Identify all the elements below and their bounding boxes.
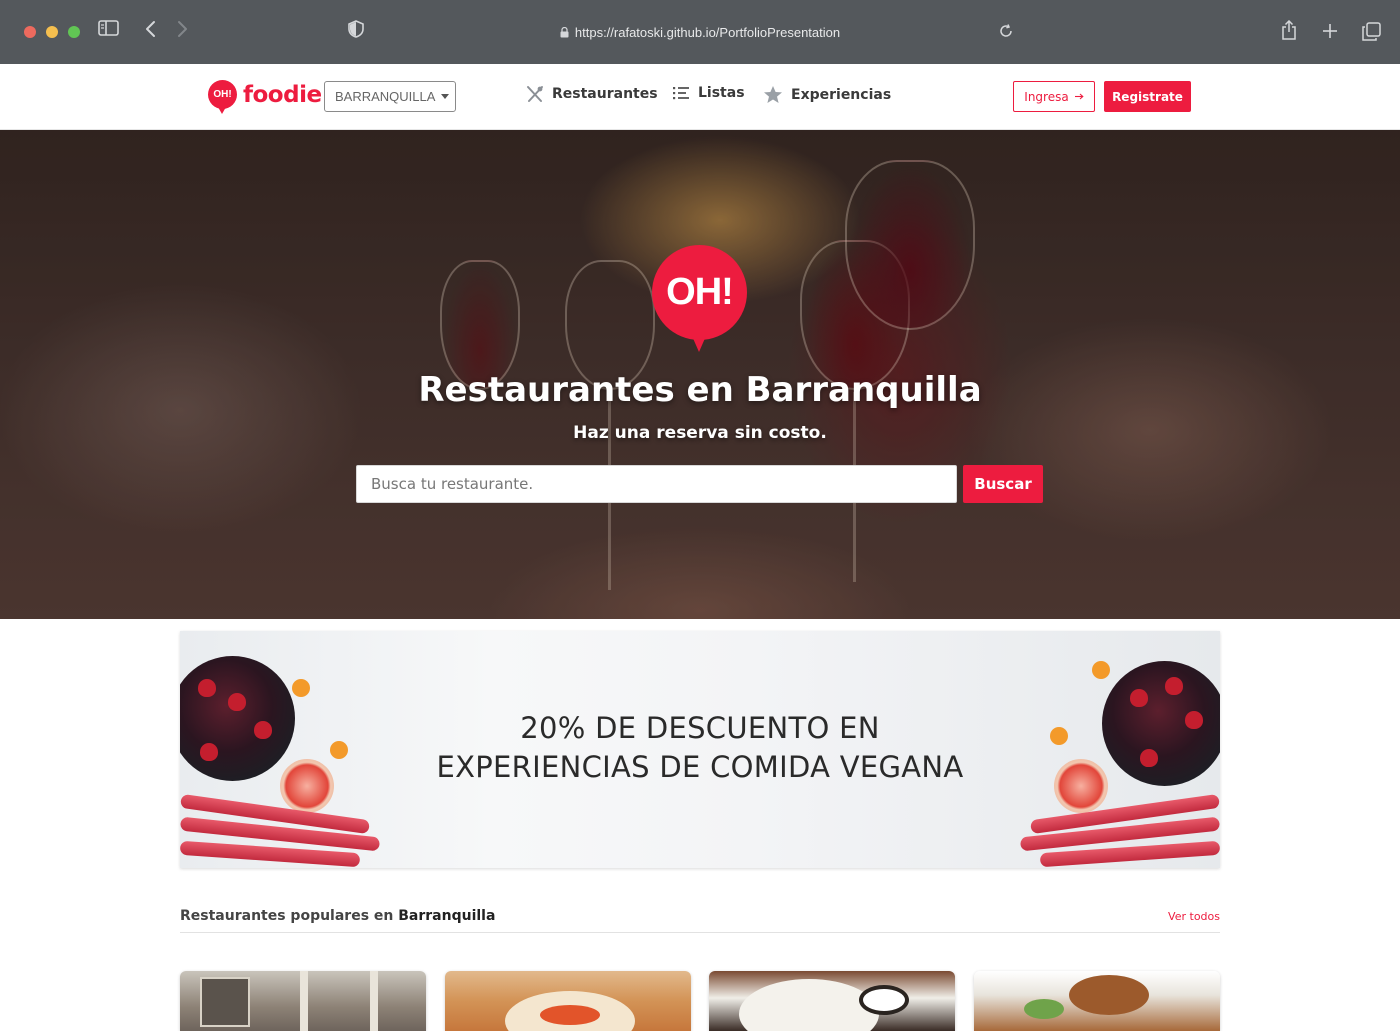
strawberry-image (1165, 677, 1183, 695)
restaurant-card-image (200, 977, 250, 1027)
promo-headline: 20% DE DESCUENTO EN EXPERIENCIAS DE COMI… (180, 709, 1220, 787)
restaurant-card-image (540, 1005, 600, 1025)
hero-logo-badge: OH! (652, 245, 747, 352)
nav-restaurants[interactable]: Restaurantes (526, 85, 658, 103)
register-button-label: Registrate (1112, 89, 1183, 104)
strawberry-image (198, 679, 216, 697)
promo-line-2: EXPERIENCIAS DE COMIDA VEGANA (436, 750, 964, 784)
logo-badge: OH! (208, 80, 237, 114)
list-icon (673, 87, 689, 100)
nav-experiences-label: Experiencias (791, 86, 892, 103)
foodie-logo[interactable]: OH! foodie (208, 80, 322, 114)
sidebar-icon[interactable] (98, 20, 119, 36)
chevron-down-icon (441, 94, 450, 99)
hero-subtitle: Haz una reserva sin costo. (573, 423, 827, 443)
share-icon[interactable] (1281, 20, 1297, 40)
url-text: https://rafatoski.github.io/PortfolioPre… (574, 24, 841, 40)
login-button-label: Ingresa (1024, 89, 1069, 104)
city-selector-value: BARRANQUILLA (335, 89, 436, 104)
restaurant-card-image (300, 971, 308, 1031)
back-icon[interactable] (145, 20, 156, 38)
restaurant-card-image (1024, 999, 1064, 1019)
nav-lists-label: Listas (698, 85, 745, 101)
see-all-link[interactable]: Ver todos (1168, 910, 1220, 923)
search-button[interactable]: Buscar (963, 465, 1043, 503)
shield-icon[interactable] (348, 20, 364, 38)
restaurant-card-image (370, 971, 378, 1031)
restaurant-card[interactable] (974, 971, 1220, 1031)
strawberry-image (1130, 689, 1148, 707)
arrow-right-icon (1074, 93, 1084, 100)
nav-lists[interactable]: Listas (672, 85, 745, 101)
site-header: OH! foodie BARRANQUILLA Restaurantes Lis… (0, 64, 1400, 130)
tabs-overview-icon[interactable] (1362, 22, 1381, 41)
popular-title-city: Barranquilla (398, 908, 496, 924)
city-selector[interactable]: BARRANQUILLA (324, 81, 456, 112)
logo-wordmark: foodie (243, 81, 322, 108)
kumquat-image (1092, 661, 1110, 679)
cutlery-icon (527, 86, 543, 102)
address-bar[interactable]: https://rafatoski.github.io/PortfolioPre… (540, 22, 860, 42)
restaurant-search-input[interactable] (356, 465, 957, 503)
lock-icon (560, 26, 569, 37)
restaurant-card-image (739, 979, 879, 1031)
restaurant-card[interactable] (709, 971, 955, 1031)
nav-restaurants-label: Restaurantes (552, 86, 658, 102)
popular-restaurants-header: Restaurantes populares en Barranquilla V… (180, 906, 1220, 933)
restaurant-card[interactable] (445, 971, 691, 1031)
forward-icon[interactable] (177, 20, 188, 38)
zoom-window-button[interactable] (68, 26, 80, 38)
restaurant-card-image (859, 985, 909, 1015)
nav-experiences[interactable]: Experiencias (763, 85, 891, 104)
login-button[interactable]: Ingresa (1013, 81, 1095, 112)
restaurant-card-image (1069, 975, 1149, 1015)
popular-title-prefix: Restaurantes populares en (180, 908, 394, 924)
register-button[interactable]: Registrate (1104, 81, 1191, 112)
hero-title: Restaurantes en Barranquilla (418, 370, 982, 410)
minimize-window-button[interactable] (46, 26, 58, 38)
reload-icon[interactable] (999, 24, 1013, 38)
browser-toolbar: https://rafatoski.github.io/PortfolioPre… (0, 0, 1400, 64)
promo-banner[interactable]: 20% DE DESCUENTO EN EXPERIENCIAS DE COMI… (180, 631, 1220, 868)
close-window-button[interactable] (24, 26, 36, 38)
star-icon (764, 86, 782, 103)
popular-restaurants-title: Restaurantes populares en Barranquilla (180, 908, 495, 924)
new-tab-icon[interactable] (1322, 23, 1338, 39)
promo-line-1: 20% DE DESCUENTO EN (520, 711, 880, 745)
restaurant-card[interactable] (180, 971, 426, 1031)
kumquat-image (292, 679, 310, 697)
